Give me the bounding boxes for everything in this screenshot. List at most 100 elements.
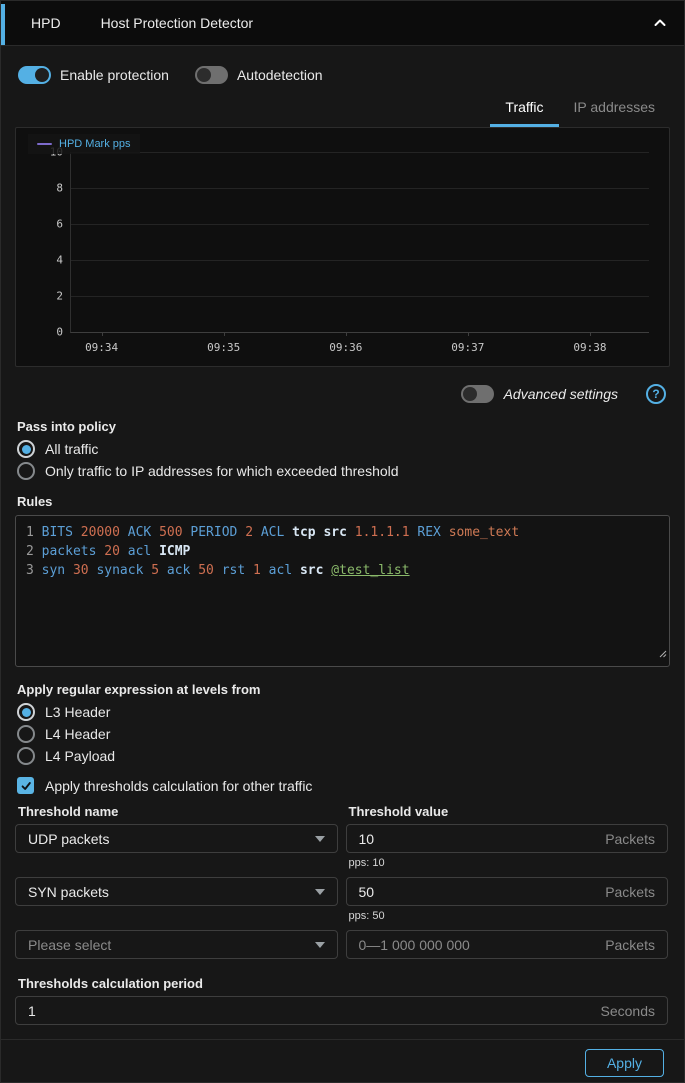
code-token-kw: PERIOD xyxy=(190,525,237,540)
chart-plot-area: 108642009:3409:3509:3609:3709:38 xyxy=(70,152,649,333)
caret-down-icon xyxy=(315,889,325,895)
radio-l4-payload[interactable]: L4 Payload xyxy=(17,747,668,765)
thresholds-other-traffic-checkbox-row[interactable]: Apply thresholds calculation for other t… xyxy=(17,777,668,794)
x-tick-label: 09:38 xyxy=(573,341,606,354)
radio-l4-header[interactable]: L4 Header xyxy=(17,725,668,743)
radio-all-traffic[interactable]: All traffic xyxy=(17,440,668,458)
code-token-kw: BITS xyxy=(42,525,73,540)
enable-protection-toggle[interactable] xyxy=(18,66,51,84)
code-token-kw: packets xyxy=(42,544,97,559)
y-tick-label: 2 xyxy=(23,290,63,303)
gridline xyxy=(71,188,649,189)
code-token-num: 1 xyxy=(253,563,261,578)
advanced-settings-label: Advanced settings xyxy=(504,386,618,402)
threshold-value-label: Threshold value xyxy=(349,804,669,819)
code-token-ln: 1 xyxy=(26,525,34,540)
traffic-chart: HPD Mark pps 108642009:3409:3509:3609:37… xyxy=(15,127,670,367)
code-token-kw: ack xyxy=(167,563,190,578)
hint-spacer xyxy=(15,853,338,877)
radio-icon xyxy=(17,747,35,765)
period-input[interactable]: 1 Seconds xyxy=(15,996,668,1025)
threshold-name-select-2[interactable]: SYN packets xyxy=(15,877,338,906)
input-unit: Packets xyxy=(605,831,655,847)
x-tick-label: 09:35 xyxy=(207,341,240,354)
code-token-kw: ACK xyxy=(128,525,151,540)
code-token-num: 5 xyxy=(151,563,159,578)
toggle-knob xyxy=(463,387,477,401)
autodetection-toggle[interactable] xyxy=(195,66,228,84)
threshold-value-input-1[interactable]: 10 Packets xyxy=(346,824,669,853)
input-placeholder: 0—1 000 000 000 xyxy=(359,937,606,953)
code-token-kw: syn xyxy=(42,563,65,578)
tab-traffic[interactable]: Traffic xyxy=(490,92,558,127)
hpd-panel: HPD Host Protection Detector Enable prot… xyxy=(0,0,685,1083)
code-token-num: 1.1.1.1 xyxy=(355,525,410,540)
code-token-op: src xyxy=(300,563,323,578)
advanced-settings-toggle[interactable] xyxy=(461,385,494,403)
x-tick-mark xyxy=(102,332,103,336)
caret-down-icon xyxy=(315,836,325,842)
code-line: 2 packets 20 acl ICMP xyxy=(26,542,659,561)
input-value: 50 xyxy=(359,884,606,900)
radio-only-exceeded-threshold[interactable]: Only traffic to IP addresses for which e… xyxy=(17,462,668,480)
checkbox-label: Apply thresholds calculation for other t… xyxy=(45,778,312,794)
period-section: Thresholds calculation period 1 Seconds xyxy=(15,976,668,1025)
autodetection-label: Autodetection xyxy=(237,67,323,83)
code-token-kw: acl xyxy=(128,544,151,559)
thresholds-section: Threshold name Threshold value UDP packe… xyxy=(15,804,668,959)
code-token-num: 2 xyxy=(245,525,253,540)
rules-editor[interactable]: 1 BITS 20000 ACK 500 PERIOD 2 ACL tcp sr… xyxy=(15,515,670,667)
threshold-name-select-1[interactable]: UDP packets xyxy=(15,824,338,853)
code-token-kw: rst xyxy=(222,563,245,578)
code-token-kw: ACL xyxy=(261,525,284,540)
enable-protection-label: Enable protection xyxy=(60,67,169,83)
radio-icon xyxy=(17,703,35,721)
period-label: Thresholds calculation period xyxy=(18,976,668,991)
radio-icon xyxy=(17,462,35,480)
code-token-num: 50 xyxy=(198,563,214,578)
threshold-name-select-3[interactable]: Please select xyxy=(15,930,338,959)
x-tick-label: 09:34 xyxy=(85,341,118,354)
x-tick-mark xyxy=(468,332,469,336)
y-tick-label: 8 xyxy=(23,182,63,195)
y-tick-label: 6 xyxy=(23,218,63,231)
panel-header[interactable]: HPD Host Protection Detector xyxy=(1,1,684,46)
gridline xyxy=(71,152,649,153)
x-tick-label: 09:37 xyxy=(451,341,484,354)
x-tick-mark xyxy=(224,332,225,336)
footer: Apply xyxy=(1,1039,684,1077)
input-unit: Packets xyxy=(605,937,655,953)
help-icon[interactable]: ? xyxy=(646,384,666,404)
code-line: 1 BITS 20000 ACK 500 PERIOD 2 ACL tcp sr… xyxy=(26,523,659,542)
regex-levels-label: Apply regular expression at levels from xyxy=(17,682,668,697)
code-token-num: 20000 xyxy=(81,525,120,540)
resize-handle-icon[interactable] xyxy=(657,645,667,664)
code-token-kw: REX xyxy=(417,525,440,540)
x-tick-mark xyxy=(346,332,347,336)
checkbox-check-icon xyxy=(17,777,34,794)
code-token-num: 30 xyxy=(73,563,89,578)
code-line: 3 syn 30 synack 5 ack 50 rst 1 acl src @… xyxy=(26,561,659,580)
code-token-op: src xyxy=(323,525,346,540)
code-token-ln: 2 xyxy=(26,544,34,559)
input-value: 1 xyxy=(28,1003,601,1019)
threshold-name-label: Threshold name xyxy=(18,804,338,819)
threshold-value-input-3[interactable]: 0—1 000 000 000 Packets xyxy=(346,930,669,959)
gridline xyxy=(71,260,649,261)
code-token-op: ICMP xyxy=(159,544,190,559)
hint-spacer xyxy=(15,906,338,930)
code-token-num: 20 xyxy=(104,544,120,559)
radio-l3-header[interactable]: L3 Header xyxy=(17,703,668,721)
legend-line-icon xyxy=(37,143,52,145)
code-token-kw: acl xyxy=(269,563,292,578)
threshold-value-input-2[interactable]: 50 Packets xyxy=(346,877,669,906)
gridline xyxy=(71,224,649,225)
apply-button[interactable]: Apply xyxy=(585,1049,664,1077)
collapse-chevron-icon[interactable] xyxy=(652,15,668,31)
select-value: UDP packets xyxy=(28,831,109,847)
panel-abbreviation: HPD xyxy=(31,15,61,31)
input-unit: Seconds xyxy=(601,1003,655,1019)
chart-legend[interactable]: HPD Mark pps xyxy=(28,134,140,154)
radio-icon xyxy=(17,725,35,743)
tab-ip-addresses[interactable]: IP addresses xyxy=(559,92,670,127)
